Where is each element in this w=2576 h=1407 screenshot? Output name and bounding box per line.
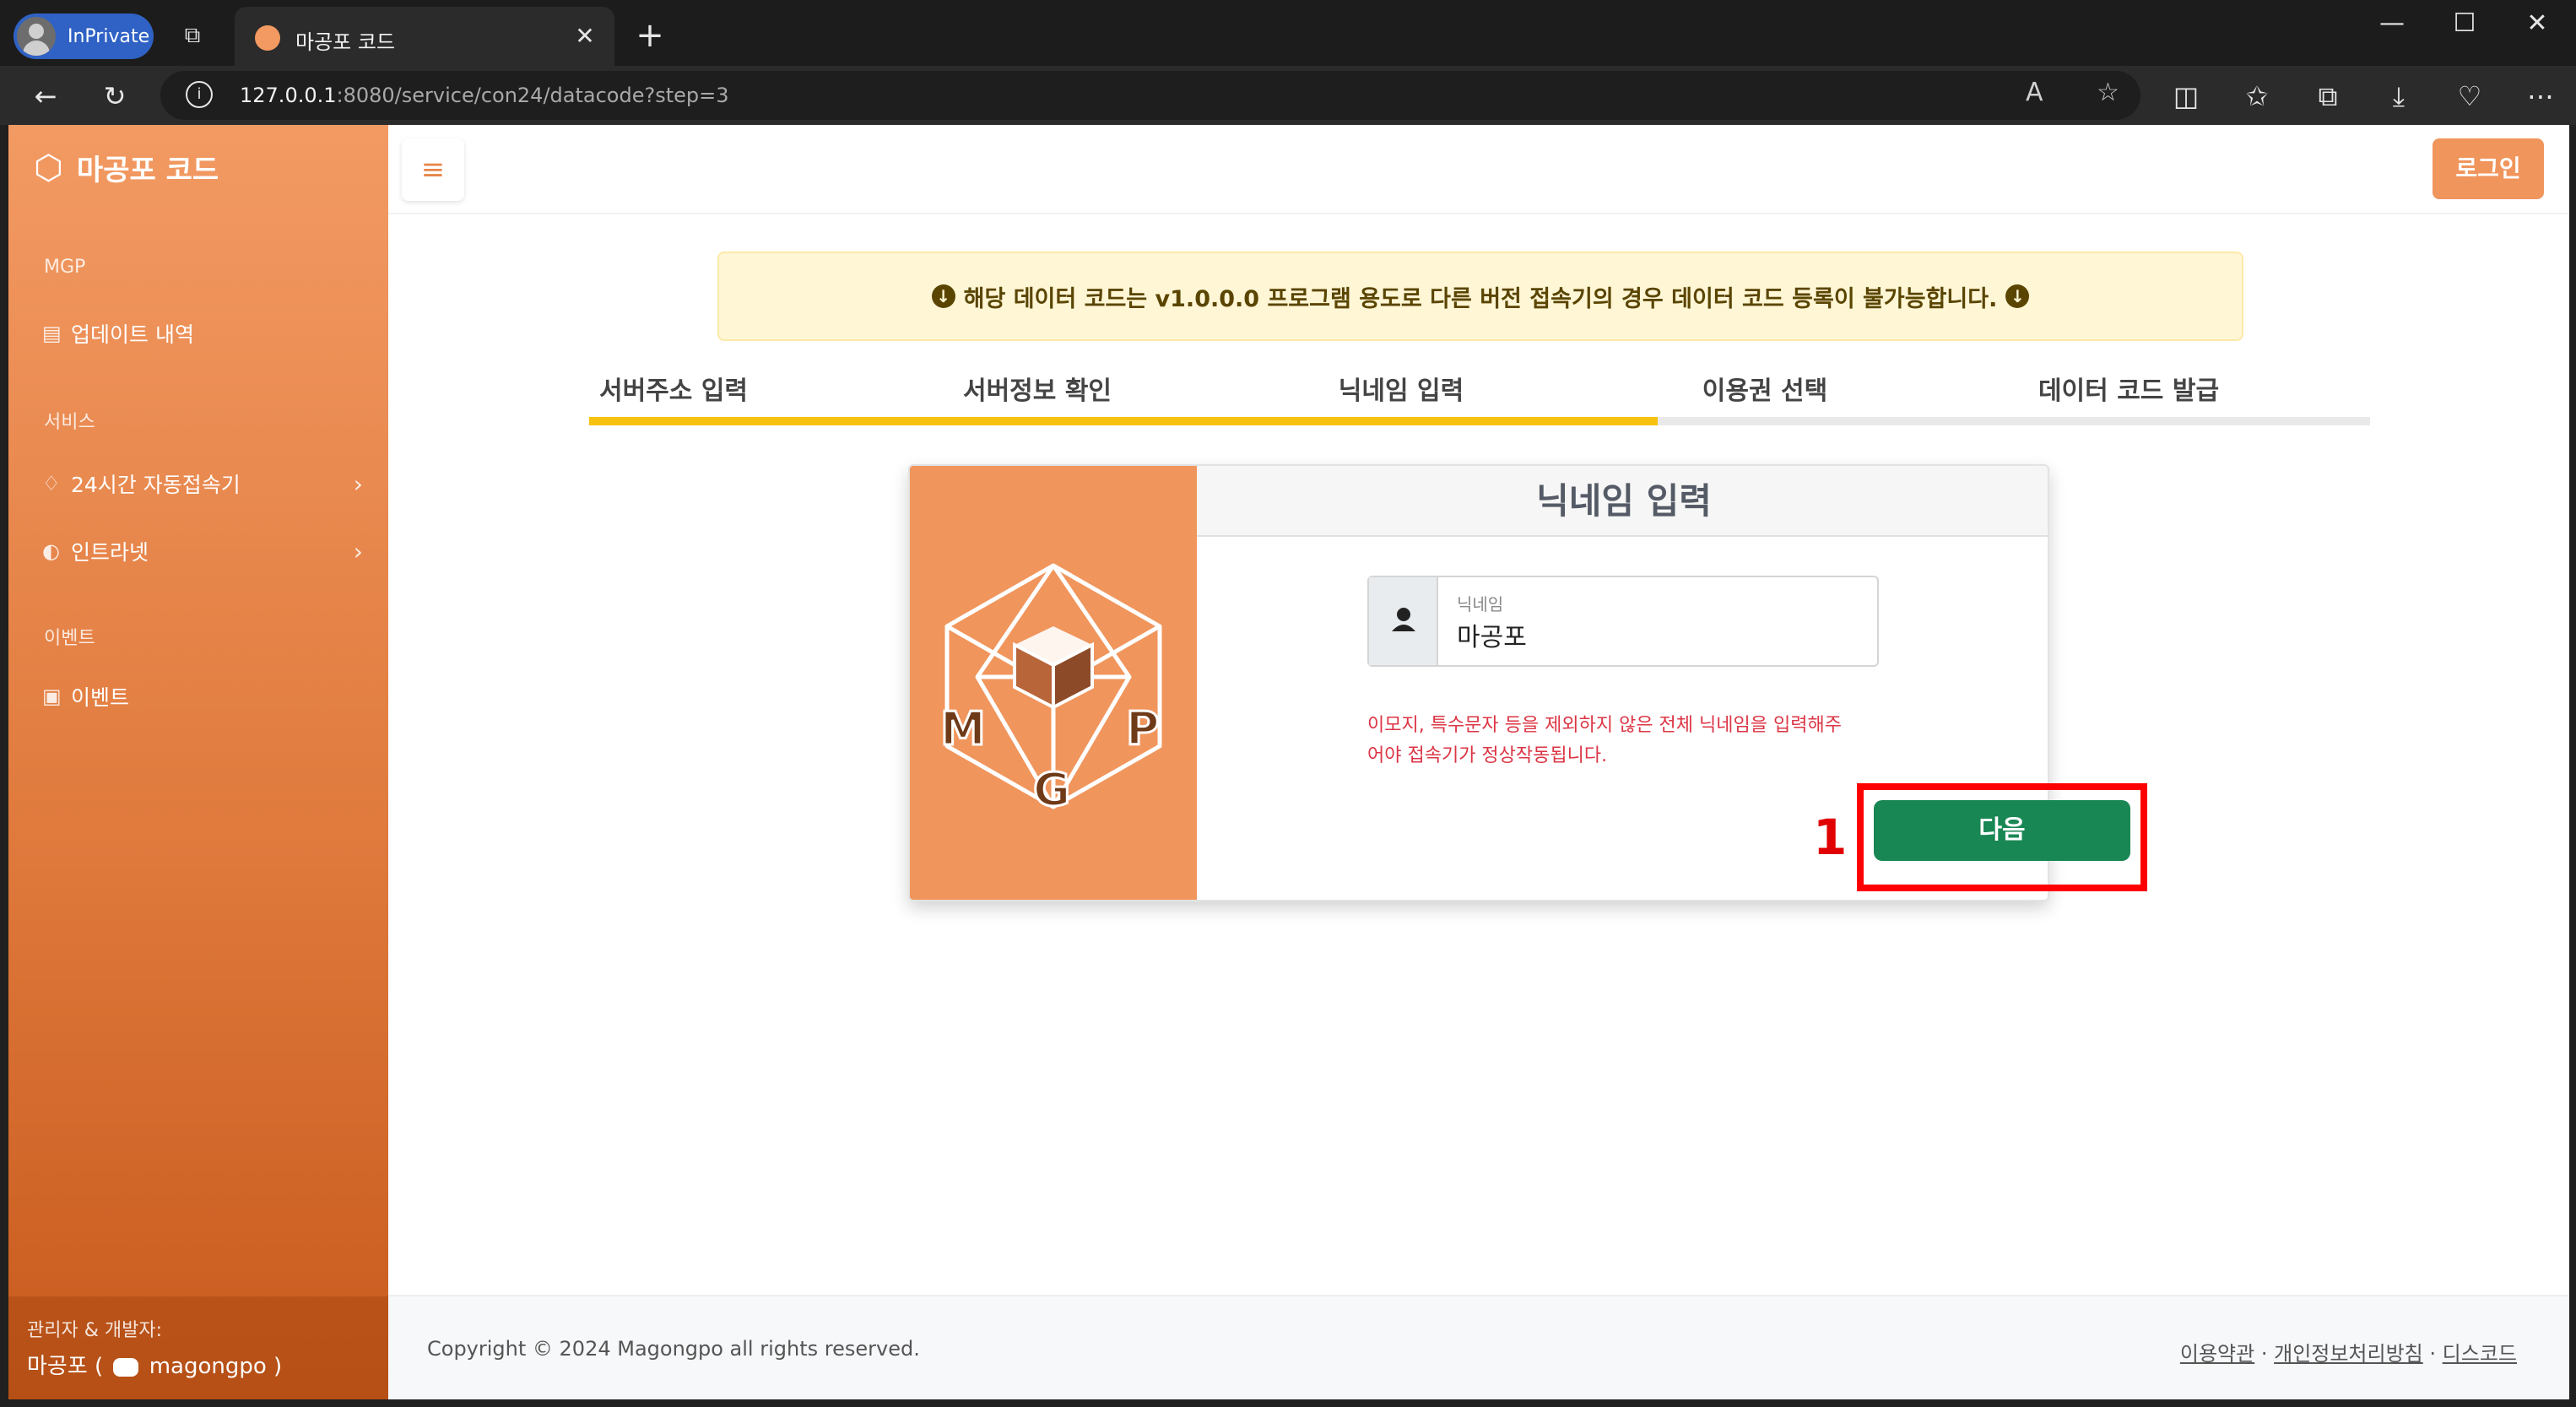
discord-icon: [113, 1357, 139, 1377]
sidebar-footer: 관리자 & 개발자: 마공포 ( magongpo ): [8, 1296, 388, 1399]
tab-title: 마공포 코드: [295, 30, 396, 54]
terms-link[interactable]: 이용약관: [2180, 1342, 2254, 1366]
favorite-star-icon[interactable]: ☆: [2097, 78, 2119, 107]
sidebar-item-label: 24시간 자동접속기: [71, 473, 241, 497]
more-menu-icon[interactable]: ⋯: [2522, 78, 2559, 115]
minimize-icon[interactable]: —: [2367, 8, 2417, 38]
nickname-field[interactable]: 닉네임: [1367, 576, 1879, 667]
back-icon[interactable]: ←: [27, 78, 64, 115]
step-ticket: 이용권 선택: [1702, 376, 1828, 406]
discord-handle[interactable]: magongpo: [149, 1354, 267, 1379]
mgp-cube-logo-icon: M G P: [939, 563, 1162, 818]
nickname-hint: 이모지, 특수문자 등을 제외하지 않은 전체 닉네임을 입력해주 어야 접속기…: [1367, 711, 1908, 771]
tab-actions-icon[interactable]: ⧉: [177, 20, 208, 51]
favicon-icon: [255, 25, 280, 51]
step-issue-code: 데이터 코드 발급: [2038, 376, 2220, 406]
hint-line-2: 어야 접속기가 정상작동됩니다.: [1367, 745, 1608, 766]
menu-toggle-icon[interactable]: ≡: [402, 138, 464, 201]
main-content: ≡ 로그인 ↓ 해당 데이터 코드는 v1.0.0.0 프로그램 용도로 다른 …: [388, 125, 2569, 1399]
avatar: [17, 17, 56, 56]
mgp-logo-panel: M G P: [910, 466, 1197, 900]
discord-link[interactable]: 디스코드: [2443, 1342, 2517, 1366]
sidebar-item-label: 이벤트: [71, 685, 130, 710]
brand-name: 마공포 코드: [76, 154, 219, 187]
new-tab-icon[interactable]: +: [631, 15, 668, 56]
hint-line-1: 이모지, 특수문자 등을 제외하지 않은 전체 닉네임을 입력해주: [1367, 715, 1842, 736]
progress-fill: [589, 417, 1658, 425]
clipboard-icon: ▤: [42, 322, 62, 345]
maximize-icon[interactable]: ☐: [2439, 8, 2490, 38]
page-viewport: ⬡ 마공포 코드 MGP ▤ 업데이트 내역 서비스 ♢ 24시간 자동접속기 …: [8, 125, 2569, 1399]
step-server-address: 서버주소 입력: [598, 376, 749, 406]
next-button[interactable]: 다음: [1874, 800, 2130, 861]
sidebar: ⬡ 마공포 코드 MGP ▤ 업데이트 내역 서비스 ♢ 24시간 자동접속기 …: [8, 125, 388, 1399]
arrow-down-circle-icon: ↓: [931, 284, 955, 308]
chevron-right-icon: ›: [353, 537, 363, 566]
url-text: 127.0.0.1:8080/service/con24/datacode?st…: [240, 84, 729, 107]
sidebar-item-event[interactable]: ▣ 이벤트: [42, 674, 363, 719]
admin-name: 마공포 ( magongpo ): [27, 1354, 283, 1379]
read-aloud-icon[interactable]: A: [2026, 78, 2043, 107]
favorites-icon[interactable]: ✩: [2238, 78, 2276, 115]
page-footer: Copyright © 2024 Magongpo all rights res…: [388, 1295, 2569, 1399]
card-title: 닉네임 입력: [1197, 466, 2048, 537]
contrast-icon: ◐: [42, 539, 60, 563]
close-tab-icon[interactable]: ✕: [571, 22, 599, 50]
admin-label: 관리자 & 개발자:: [27, 1320, 162, 1341]
step-nickname: 닉네임 입력: [1338, 376, 1464, 406]
address-bar[interactable]: i 127.0.0.1:8080/service/con24/datacode?…: [160, 71, 2140, 120]
user-icon: [1369, 577, 1438, 665]
browser-essentials-icon[interactable]: ♡: [2451, 78, 2488, 115]
lightbulb-icon: ♢: [42, 472, 61, 495]
collections-icon[interactable]: ⧉: [2309, 78, 2346, 115]
section-heading-service: 서비스: [44, 412, 95, 433]
brand[interactable]: ⬡ 마공포 코드: [34, 147, 219, 188]
profile-label: InPrivate: [68, 25, 150, 47]
copyright-text: Copyright © 2024 Magongpo all rights res…: [427, 1337, 920, 1361]
sidebar-item-intranet[interactable]: ◐ 인트라넷 ›: [42, 528, 363, 574]
sidebar-item-auto-connector[interactable]: ♢ 24시간 자동접속기 ›: [42, 461, 363, 506]
annotation-number: 1: [1813, 809, 1848, 866]
sidebar-item-label: 업데이트 내역: [71, 322, 194, 347]
logo-letter-g: G: [1033, 763, 1070, 816]
downloads-icon[interactable]: ⤓: [2380, 78, 2417, 115]
version-notice: ↓ 해당 데이터 코드는 v1.0.0.0 프로그램 용도로 다른 버전 접속기…: [717, 252, 2243, 341]
step-server-info: 서버정보 확인: [962, 376, 1112, 406]
logo-letter-p: P: [1126, 702, 1160, 755]
codepen-logo-icon: ⬡: [34, 148, 63, 187]
reload-icon[interactable]: ↻: [96, 78, 133, 115]
notice-text: 해당 데이터 코드는 v1.0.0.0 프로그램 용도로 다른 버전 접속기의 …: [963, 285, 1998, 312]
privacy-link[interactable]: 개인정보처리방침: [2274, 1342, 2423, 1366]
step-progress: 서버주소 입력 서버정보 확인 닉네임 입력 이용권 선택 데이터 코드 발급: [589, 370, 2370, 429]
footer-links: 이용약관 · 개인정보처리방침 · 디스코드: [2180, 1337, 2517, 1366]
link-separator: ·: [2429, 1342, 2437, 1366]
section-heading-event: 이벤트: [44, 628, 95, 649]
calendar-check-icon: ▣: [42, 685, 62, 708]
link-separator: ·: [2260, 1342, 2268, 1366]
sidebar-item-update-history[interactable]: ▤ 업데이트 내역: [42, 311, 363, 356]
login-button[interactable]: 로그인: [2433, 138, 2544, 199]
site-info-icon[interactable]: i: [186, 81, 213, 108]
window-close-icon[interactable]: ✕: [2512, 8, 2562, 38]
nickname-label: 닉네임: [1457, 594, 1504, 614]
top-header: ≡ 로그인: [388, 125, 2569, 214]
browser-tab[interactable]: 마공포 코드 ✕: [235, 7, 614, 66]
browser-toolbar: ← ↻ i 127.0.0.1:8080/service/con24/datac…: [0, 66, 2576, 125]
section-heading-mgp: MGP: [44, 257, 86, 278]
arrow-down-circle-icon: ↓: [2005, 284, 2030, 308]
sidebar-item-label: 인트라넷: [71, 540, 149, 565]
browser-titlebar: InPrivate ⧉ 마공포 코드 ✕ + — ☐ ✕: [0, 0, 2576, 66]
logo-letter-m: M: [940, 702, 986, 755]
chevron-right-icon: ›: [353, 469, 363, 498]
nickname-input[interactable]: [1457, 620, 1862, 649]
split-screen-icon[interactable]: ◫: [2167, 78, 2205, 115]
profile-button[interactable]: InPrivate: [14, 14, 154, 59]
